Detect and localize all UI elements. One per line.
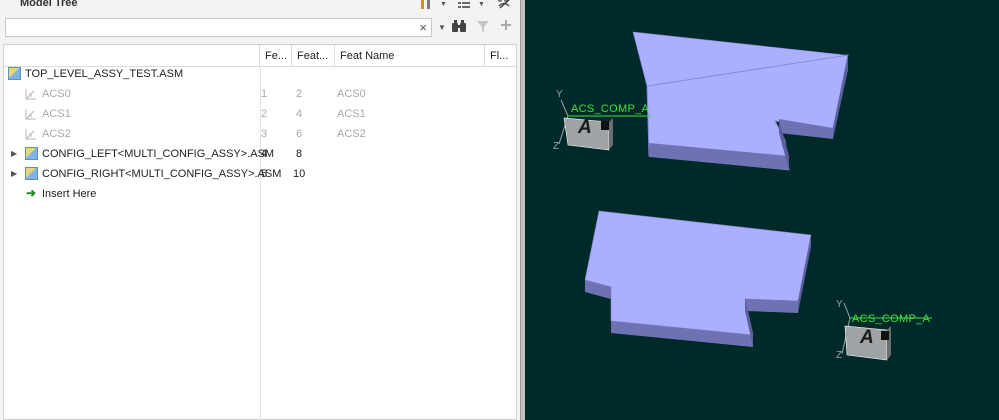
feat-name-cell: ACS1 [337, 108, 366, 120]
assembly-icon [25, 167, 38, 180]
model-tree-header: Model Tree ▼ ▼ [0, 0, 520, 14]
filter-icon[interactable] [475, 19, 491, 37]
hide-icon[interactable] [496, 0, 512, 11]
feat-num-cell: 3 [261, 128, 268, 140]
part-lower[interactable] [584, 210, 812, 347]
acs-comp-a-marker-2[interactable] [841, 302, 932, 361]
graphics-viewport[interactable]: ACS_COMP_A Y Z A ACS_COMP_A Y Z A [525, 0, 999, 420]
feat-id-cell: 8 [296, 148, 303, 160]
panel-title: Model Tree [20, 0, 78, 9]
find-binoculars-icon[interactable] [451, 19, 467, 37]
feat-num-cell: 2 [261, 108, 268, 120]
feat-id-cell: 2 [296, 88, 303, 100]
feat-id-cell: 4 [296, 108, 303, 120]
model-tree-panel: Model Tree ▼ ▼ × ▼ Fe... Feat... Feat Na… [0, 0, 520, 420]
csys-label-2: ACS_COMP_A [852, 313, 931, 325]
feat-name-cell: ACS0 [337, 88, 366, 100]
settings-icon[interactable] [418, 0, 434, 11]
axis-label-z-2: Z [836, 350, 843, 361]
part-upper[interactable] [632, 31, 849, 171]
tree-row-acs2[interactable]: x ACS2 3 6 ACS2 [4, 124, 516, 144]
feat-num-cell: 1 [261, 88, 268, 100]
csys-icon: x [24, 87, 38, 101]
assembly-icon [25, 147, 38, 160]
tree-row-acs1[interactable]: x ACS1 2 4 ACS1 [4, 104, 516, 124]
csys-glyph-1: A [578, 117, 592, 138]
tree-row-label: TOP_LEVEL_ASSY_TEST.ASM [25, 68, 184, 80]
model-tree-table: Fe... Feat... Feat Name Fl... TOP_LEVEL_… [3, 44, 517, 420]
tree-row-config-left[interactable]: ▶ CONFIG_LEFT<MULTI_CONFIG_ASSY>.ASM 4 8 [4, 144, 516, 164]
axis-label-y-1: Y [556, 89, 563, 100]
assembly-icon [8, 67, 21, 80]
tree-row-acs0[interactable]: x ACS0 1 2 ACS0 [4, 84, 516, 104]
search-input[interactable] [6, 19, 431, 36]
csys-glyph-2: A [860, 327, 874, 348]
model-graphics [558, 31, 932, 361]
axis-label-z-1: Z [553, 141, 560, 152]
tree-row-label: Insert Here [42, 188, 97, 200]
svg-text:x: x [29, 92, 33, 99]
settings-dropdown-icon[interactable]: ▼ [440, 0, 448, 10]
tree-row-label: ACS0 [42, 88, 71, 100]
search-options-dropdown-icon[interactable]: ▼ [434, 19, 450, 37]
tree-row-label: ACS2 [42, 128, 71, 140]
feat-name-cell: ACS2 [337, 128, 366, 140]
insert-arrow-icon: ➜ [26, 186, 37, 200]
csys-label-1: ACS_COMP_A [571, 103, 650, 115]
axis-label-y-2: Y [836, 299, 843, 310]
expand-arrow-icon[interactable]: ▶ [11, 150, 19, 158]
csys-icon: x [24, 127, 38, 141]
expand-arrow-icon[interactable]: ▶ [11, 170, 19, 178]
tree-row-top-level-assembly[interactable]: TOP_LEVEL_ASSY_TEST.ASM [4, 64, 516, 84]
feat-num-cell: 5 [261, 168, 268, 180]
svg-text:x: x [29, 112, 33, 119]
show-dropdown-icon[interactable]: ▼ [478, 0, 486, 10]
clear-search-button[interactable]: × [419, 20, 427, 35]
feat-id-cell: 6 [296, 128, 303, 140]
search-box[interactable]: × [5, 18, 432, 37]
feat-id-cell: 10 [293, 168, 306, 180]
tree-row-label: ACS1 [42, 108, 71, 120]
tree-row-config-right[interactable]: ▶ CONFIG_RIGHT<MULTI_CONFIG_ASSY>.ASM 5 … [4, 164, 516, 184]
feat-num-cell: 4 [261, 148, 268, 160]
csys-icon: x [24, 107, 38, 121]
tree-row-insert-here[interactable]: ➜ Insert Here [4, 184, 516, 204]
tree-row-label: CONFIG_LEFT<MULTI_CONFIG_ASSY>.ASM [42, 148, 275, 160]
show-tree-icon[interactable] [456, 0, 472, 11]
add-column-icon[interactable] [498, 19, 514, 37]
tree-row-label: CONFIG_RIGHT<MULTI_CONFIG_ASSY>.ASM [42, 168, 282, 180]
svg-text:x: x [29, 132, 33, 139]
